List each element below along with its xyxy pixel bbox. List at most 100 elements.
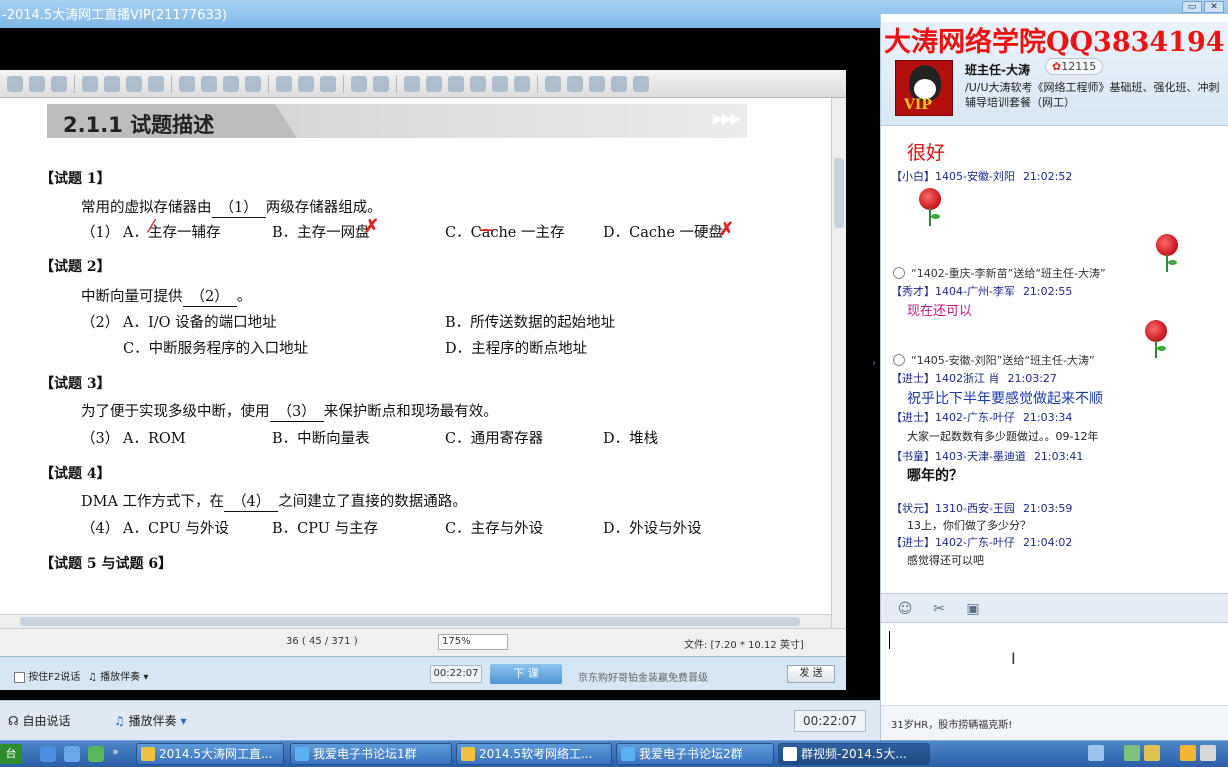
scissors-icon[interactable]: ✂ — [931, 601, 947, 617]
chat-user-line[interactable]: 【进士】1402浙江 肖 21:03:27 — [891, 370, 1057, 386]
page-indicator[interactable]: 36 ( 45 / 371 ) — [286, 636, 358, 647]
question-1-option-b: B．主存一网盘 — [272, 225, 370, 241]
question-1-stem: 常用的虚拟存储器由 （1） 两级存储器组成。 — [81, 196, 382, 218]
accompany-button[interactable]: ♫ 播放伴奏 ▾ — [114, 712, 186, 729]
toolbar-separator — [343, 74, 344, 93]
pen-icon[interactable] — [545, 75, 561, 92]
zoom-select[interactable]: 175% — [438, 634, 508, 650]
rose-icon — [917, 188, 943, 228]
forward-icon[interactable] — [148, 75, 164, 92]
free-talk-toggle[interactable]: ☊ 自由说话 — [8, 712, 71, 729]
chat-message: 哪年的？ — [907, 468, 963, 484]
music-note-icon: ♫ — [114, 714, 125, 728]
player-controls: ☊ 自由说话 ♫ 播放伴奏 ▾ 00:22:07 — [0, 700, 880, 740]
question-3-option-b: B．中断向量表 — [272, 431, 370, 447]
ie-icon[interactable] — [40, 746, 56, 762]
inner-ad-text[interactable]: 京东购好哥铂金装赢免费晋级 — [578, 669, 708, 684]
close-icon[interactable]: ✕ — [1204, 1, 1224, 13]
image-icon[interactable]: ▣ — [965, 601, 981, 617]
inner-send-button[interactable]: 发 送 — [787, 665, 835, 683]
app-icon[interactable] — [88, 746, 104, 762]
host-flower-count: ✿12115 — [1045, 58, 1104, 75]
taskbar-item[interactable]: 2014.5软考网络工... — [456, 743, 612, 765]
redo-icon[interactable] — [245, 75, 261, 92]
print-icon[interactable] — [29, 75, 45, 92]
avatar[interactable]: VIP — [895, 60, 953, 116]
banner-arrows: ▶▶▶ — [712, 111, 741, 127]
inner-free-talk[interactable]: 按住F2说话 — [14, 668, 80, 683]
minimize-icon[interactable]: ▭ — [1182, 1, 1202, 13]
more-icon[interactable]: » — [112, 745, 119, 758]
question-1-head: 【试题 1】 — [40, 171, 111, 187]
question-2-num: （2） — [81, 315, 120, 331]
highlight-icon[interactable] — [448, 75, 464, 92]
toolbar-separator — [74, 74, 75, 93]
zoom-in-icon[interactable] — [373, 75, 389, 92]
inner-next-class-button[interactable]: 下 课 — [490, 664, 562, 684]
network-icon[interactable] — [1124, 745, 1140, 761]
inner-accompany[interactable]: ♫ 播放伴奏 ▾ — [88, 668, 148, 683]
fit-width-icon[interactable] — [320, 75, 336, 92]
footer-ad-link[interactable]: 31岁HR，股市捞辆福克斯! — [891, 716, 1012, 731]
open-icon[interactable] — [7, 75, 23, 92]
question-5-6-head: 【试题 5 与试题 6】 — [40, 556, 173, 572]
keyboard-icon[interactable] — [1088, 745, 1104, 761]
text-tool-icon[interactable] — [470, 75, 486, 92]
textbox-icon[interactable] — [492, 75, 508, 92]
comment-icon[interactable] — [611, 75, 627, 92]
chat-user-line[interactable]: 【状元】1310-西安-王园 21:03:59 — [891, 500, 1072, 516]
collapse-arrow-icon[interactable]: › — [872, 358, 876, 369]
page-up-icon[interactable] — [82, 75, 98, 92]
fit-page-icon[interactable] — [298, 75, 314, 92]
zoom-out-icon[interactable] — [351, 75, 367, 92]
back-icon[interactable] — [126, 75, 142, 92]
start-button[interactable]: 台 — [0, 744, 22, 764]
annotation-x-mark: ✗ — [364, 216, 380, 237]
document-page: 2.1.1 试题描述 ▶▶▶ 【试题 1】 常用的虚拟存储器由 （1） 两级存储器组… — [0, 98, 831, 656]
taskbar-item[interactable]: 我爱电子书论坛1群 — [290, 743, 452, 765]
note-icon[interactable] — [589, 75, 605, 92]
chat-user-line[interactable]: 【书童】1403-天津-墨迪道 21:03:41 — [891, 448, 1083, 464]
email-icon[interactable] — [51, 75, 67, 92]
vertical-scrollbar[interactable] — [831, 98, 846, 628]
explorer-icon[interactable] — [64, 746, 80, 762]
chat-user-line[interactable]: 【秀才】1404-广州-李军 21:02:55 — [891, 283, 1072, 299]
chat-user-line[interactable]: 【进士】1402-广东-叶仔 21:04:02 — [891, 534, 1072, 550]
section-title: 2.1.1 试题描述 — [63, 113, 215, 137]
window-title: -2014.5大涛网工直播VIP(21177633) — [2, 8, 228, 23]
chat-toolbar: ☺ ✂ ▣ — [881, 593, 1228, 623]
gift-notice: “1405-安徽-刘阳”送给“班主任-大涛” — [893, 352, 1095, 368]
emoji-icon[interactable]: ☺ — [897, 601, 913, 617]
arrow-icon[interactable] — [633, 75, 649, 92]
volume-icon[interactable] — [1144, 745, 1160, 761]
chat-message: 13上，你们做了多少分？ — [907, 519, 1031, 532]
paste-icon[interactable] — [201, 75, 217, 92]
image-icon[interactable] — [514, 75, 530, 92]
question-2-option-b: B．所传送数据的起始地址 — [445, 315, 616, 331]
chat-message: 祝乎比下半年要感觉做起来不顺 — [907, 391, 1103, 407]
chat-user-line[interactable]: 【进士】1402-广东-叶仔 21:03:34 — [891, 409, 1072, 425]
eraser-icon[interactable] — [567, 75, 583, 92]
host-name[interactable]: 班主任-大涛 — [965, 61, 1030, 78]
hand-tool-icon[interactable] — [404, 75, 420, 92]
annotation-dash-mark: — — [479, 222, 493, 238]
select-tool-icon[interactable] — [426, 75, 442, 92]
chat-input[interactable]: I — [881, 623, 1228, 705]
question-3-option-a: A．ROM — [123, 431, 186, 447]
zoom-icon[interactable] — [276, 75, 292, 92]
taskbar-item[interactable]: 群视频-2014.5大... — [778, 743, 930, 765]
taskbar-item[interactable]: 我爱电子书论坛2群 — [616, 743, 774, 765]
horizontal-scrollbar[interactable] — [0, 614, 831, 628]
question-3-option-d: D．堆栈 — [603, 431, 659, 447]
copy-icon[interactable] — [179, 75, 195, 92]
chat-user-line[interactable]: 【小白】1405-安徽-刘阳 21:02:52 — [891, 168, 1072, 184]
question-4-option-c: C．主存与外设 — [445, 521, 544, 537]
taskbar-item[interactable]: 2014.5大涛网工直... — [136, 743, 284, 765]
chat-message: 很好 — [907, 142, 946, 164]
page-down-icon[interactable] — [104, 75, 120, 92]
hfs-icon[interactable] — [1200, 745, 1216, 761]
undo-icon[interactable] — [223, 75, 239, 92]
chevron-down-icon: ▾ — [180, 714, 187, 728]
shield-icon[interactable] — [1180, 745, 1196, 761]
question-2-option-d: D．主程序的断点地址 — [445, 341, 588, 357]
